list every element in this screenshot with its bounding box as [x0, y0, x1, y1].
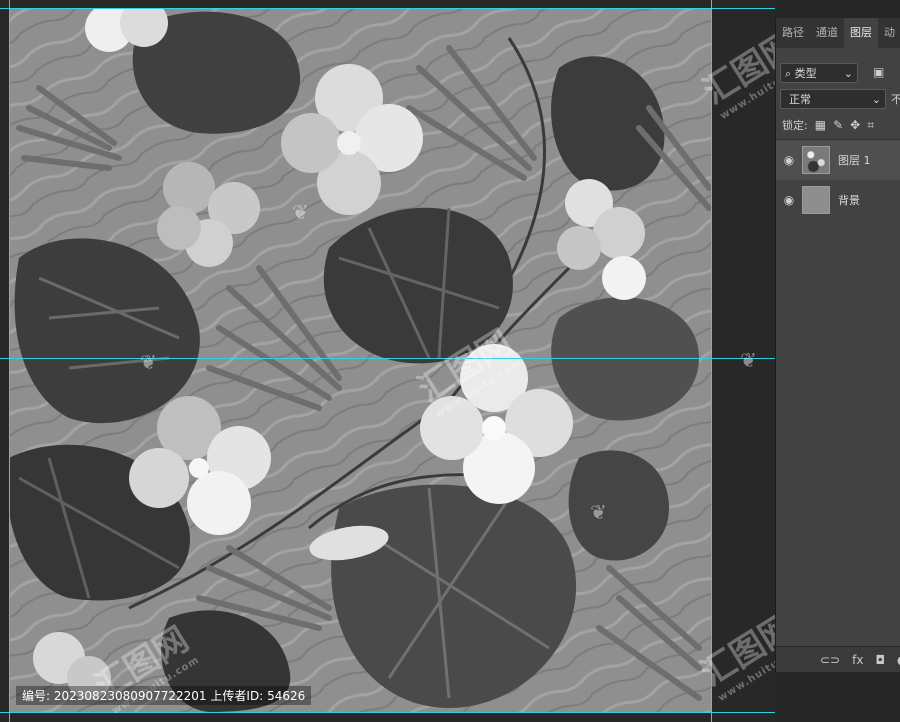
chevron-down-icon: ⌄	[843, 67, 853, 80]
tab-layers[interactable]: 图层	[844, 18, 878, 48]
mask-icon[interactable]: ◘	[875, 653, 885, 667]
search-icon: ⌕	[785, 67, 792, 80]
layer-name[interactable]: 图层 1	[838, 152, 871, 168]
watermark-mark-icon: ❦	[292, 200, 309, 224]
lock-transparent-icon[interactable]: ▦	[815, 118, 826, 132]
document-canvas[interactable]	[9, 8, 711, 712]
lock-artboard-icon[interactable]: ⌗	[867, 118, 874, 133]
id-value: 20230823080907722201	[53, 689, 207, 703]
layer-row-1[interactable]: ◉ 图层 1	[776, 140, 900, 180]
lock-move-icon[interactable]: ✥	[850, 118, 860, 132]
layer-row-background[interactable]: ◉ 背景	[776, 180, 900, 220]
layer-thumbnail	[802, 186, 830, 214]
guide-horizontal[interactable]	[0, 712, 775, 713]
blend-mode-value: 正常	[789, 93, 811, 106]
layer-name[interactable]: 背景	[838, 192, 860, 208]
guide-horizontal[interactable]	[0, 358, 775, 359]
tab-actions[interactable]: 动	[878, 18, 900, 48]
panel-tabs: 路径 通道 图层 动	[776, 18, 900, 48]
image-info-bar: 编号: 20230823080907722201 上传者ID: 54626	[16, 686, 312, 705]
guide-vertical[interactable]	[711, 0, 712, 722]
layer-thumbnail	[802, 146, 830, 174]
eye-icon[interactable]: ◉	[776, 193, 802, 207]
tab-paths[interactable]: 路径	[776, 18, 810, 48]
fx-icon[interactable]: fx	[852, 653, 863, 667]
tropical-artwork	[9, 8, 711, 712]
layers-panel: 路径 通道 图层 动 ⌕ 类型 ⌄ ▣ 正常 ⌄ 不 锁定: ▦ ✎ ✥ ⌗ ◉…	[775, 18, 900, 672]
uploader-value: 54626	[267, 689, 306, 703]
panel-footer: ⊂⊃ fx ◘ ◐	[776, 646, 900, 672]
filter-kind-select[interactable]: ⌕ 类型 ⌄	[780, 63, 858, 83]
id-label: 编号:	[22, 689, 51, 703]
eye-icon[interactable]: ◉	[776, 153, 802, 167]
watermark-mark-icon: ❦	[140, 350, 157, 374]
chevron-down-icon: ⌄	[871, 93, 881, 106]
link-layers-icon[interactable]: ⊂⊃	[820, 653, 840, 667]
guide-horizontal[interactable]	[0, 8, 775, 9]
canvas-area[interactable]: 汇图网 www.huitu.com 汇图网 www.huitu.com 汇图网 …	[0, 0, 809, 722]
image-filter-icon[interactable]: ▣	[873, 65, 884, 79]
filter-kind-value: 类型	[794, 67, 817, 80]
lock-brush-icon[interactable]: ✎	[833, 118, 843, 132]
opacity-label: 不	[891, 93, 900, 106]
blend-mode-select[interactable]: 正常 ⌄	[780, 89, 886, 109]
guide-vertical[interactable]	[9, 0, 10, 722]
lock-row: 锁定: ▦ ✎ ✥ ⌗	[782, 117, 874, 133]
tab-channels[interactable]: 通道	[810, 18, 844, 48]
watermark-mark-icon: ❦	[740, 348, 757, 372]
lock-label: 锁定:	[782, 119, 808, 132]
watermark-mark-icon: ❦	[590, 500, 607, 524]
uploader-label: 上传者ID:	[210, 689, 264, 703]
